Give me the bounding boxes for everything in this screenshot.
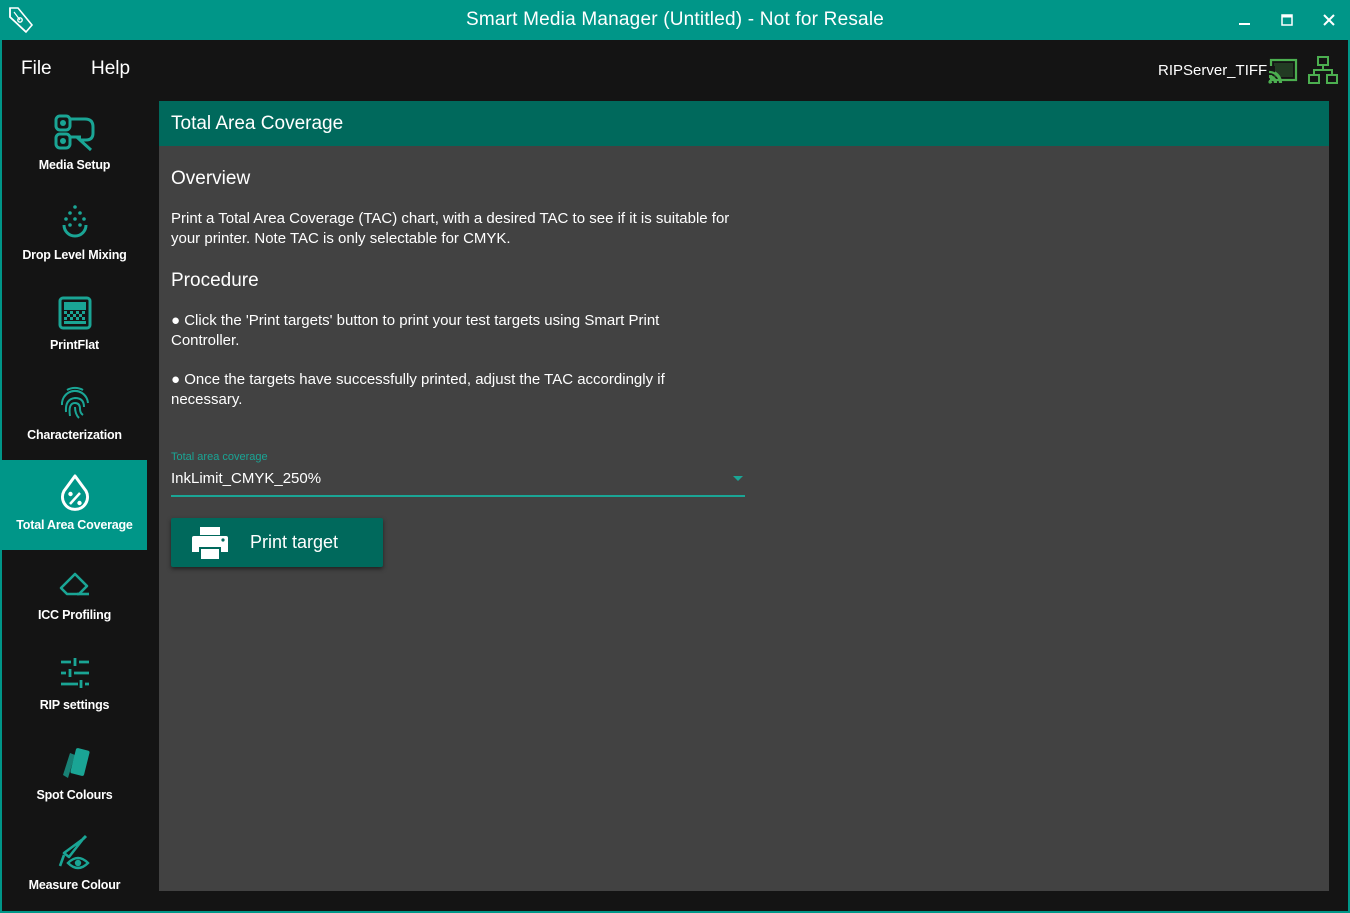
sidebar: Media Setup Drop Level Mixing PrintFlat …	[2, 100, 147, 911]
drop-level-icon	[53, 202, 97, 244]
overview-text: Print a Total Area Coverage (TAC) chart,…	[171, 210, 730, 247]
sidebar-item-rip-settings[interactable]: RIP settings	[2, 640, 147, 730]
sidebar-item-measure-colour[interactable]: Measure Colour	[2, 820, 147, 910]
pen-nib-logo-icon	[9, 7, 34, 34]
minimize-button[interactable]	[1224, 0, 1266, 40]
sidebar-item-label: Characterization	[27, 428, 122, 442]
media-setup-icon	[53, 112, 97, 154]
window-title: Smart Media Manager (Untitled) - Not for…	[465, 9, 885, 30]
minimize-icon	[1239, 23, 1250, 25]
window-controls	[1224, 0, 1350, 40]
sidebar-item-characterization[interactable]: Characterization	[2, 370, 147, 460]
sidebar-item-drop-level-mixing[interactable]: Drop Level Mixing	[2, 190, 147, 280]
print-target-label: Print target	[250, 532, 339, 552]
eraser-icon	[53, 562, 97, 604]
field-underline	[171, 495, 745, 497]
panel-header: Total Area Coverage	[159, 101, 1329, 146]
printflat-icon	[53, 292, 97, 334]
close-button[interactable]	[1308, 0, 1350, 40]
maximize-button[interactable]	[1266, 0, 1308, 40]
measure-icon	[53, 832, 97, 874]
sidebar-item-media-setup[interactable]: Media Setup	[2, 100, 147, 190]
cast-connected-icon[interactable]	[1268, 58, 1298, 84]
sidebar-item-label: Drop Level Mixing	[22, 248, 127, 262]
procedure-step-1: ● Click the 'Print targets' button to pr…	[171, 312, 660, 349]
content-panel: Total Area Coverage Overview Print a Tot…	[159, 101, 1329, 891]
server-name: RIPServer_TIFF	[1158, 62, 1268, 79]
menu-help[interactable]: Help	[91, 58, 130, 80]
network-icon[interactable]	[1308, 56, 1338, 84]
printer-icon	[191, 526, 229, 560]
sidebar-item-label: PrintFlat	[50, 338, 99, 352]
fingerprint-icon	[53, 382, 97, 424]
sliders-icon	[53, 652, 97, 694]
close-icon	[1323, 14, 1335, 26]
sidebar-item-printflat[interactable]: PrintFlat	[2, 280, 147, 370]
procedure-step-2: ● Once the targets have successfully pri…	[171, 371, 665, 408]
swatch-icon	[53, 742, 97, 784]
tac-select-value: InkLimit_CMYK_250%	[171, 470, 322, 487]
title-bar: Smart Media Manager (Untitled) - Not for…	[0, 0, 1350, 40]
menu-bar: File Help RIPServer_TIFF	[2, 40, 1348, 100]
tac-select[interactable]: Total area coverage InkLimit_CMYK_250%	[171, 451, 745, 497]
sidebar-item-label: ICC Profiling	[37, 608, 112, 622]
print-target-button[interactable]: Print target	[171, 518, 383, 567]
procedure-title: Procedure	[171, 270, 259, 291]
sidebar-item-label: RIP settings	[39, 698, 110, 712]
sidebar-item-total-area-coverage[interactable]: Total Area Coverage	[2, 460, 147, 550]
sidebar-item-icc-profiling[interactable]: ICC Profiling	[2, 550, 147, 640]
app-frame: File Help RIPServer_TIFF Media Setup Dro…	[2, 40, 1348, 911]
sidebar-item-label: Media Setup	[38, 158, 111, 172]
sidebar-item-spot-colours[interactable]: Spot Colours	[2, 730, 147, 820]
menu-file[interactable]: File	[21, 58, 52, 80]
overview-title: Overview	[171, 168, 251, 189]
maximize-icon	[1281, 14, 1293, 26]
sidebar-item-label: Measure Colour	[28, 878, 121, 892]
ink-percent-icon	[53, 472, 97, 514]
sidebar-item-label: Spot Colours	[36, 788, 113, 802]
tac-select-label: Total area coverage	[171, 451, 268, 463]
chevron-down-icon	[733, 476, 743, 481]
sidebar-item-label: Total Area Coverage	[16, 518, 133, 532]
